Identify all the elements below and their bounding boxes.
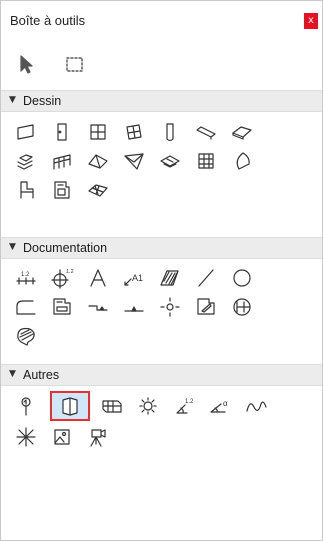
beam-icon[interactable] <box>193 119 219 145</box>
zone-icon[interactable] <box>229 148 255 174</box>
section-label: Dessin <box>23 94 62 108</box>
lamp-icon[interactable] <box>135 393 161 419</box>
column-icon[interactable] <box>157 119 183 145</box>
fill-icon[interactable] <box>157 265 183 291</box>
lamp-object-icon[interactable] <box>49 177 75 203</box>
shell-icon[interactable] <box>121 148 147 174</box>
chevron-down-icon: ▼ <box>9 242 16 252</box>
elevation-marker-icon[interactable] <box>121 294 147 320</box>
figure-icon[interactable] <box>193 294 219 320</box>
close-button[interactable]: x <box>304 13 318 29</box>
window-icon[interactable] <box>85 119 111 145</box>
line-icon[interactable] <box>193 265 219 291</box>
circle-icon[interactable] <box>229 265 255 291</box>
polyline-icon[interactable] <box>13 294 39 320</box>
chevron-down-icon: ▼ <box>9 95 16 105</box>
window-title: Boîte à outils <box>10 13 86 28</box>
door-icon[interactable] <box>49 119 75 145</box>
mesh-icon[interactable] <box>85 177 111 203</box>
marquee-select-icon[interactable] <box>61 51 87 77</box>
toolbox-panel: Boîte à outils x ▼ Dessin ▼ Documentatio… <box>0 0 323 541</box>
section-header-documentation[interactable]: ▼ Documentation <box>1 237 322 259</box>
drawing-icon[interactable] <box>49 294 75 320</box>
grid-element-icon[interactable] <box>13 393 39 419</box>
stair-icon[interactable] <box>13 148 39 174</box>
wall-icon[interactable] <box>13 119 39 145</box>
level-dimension-icon[interactable] <box>85 294 111 320</box>
radial-dimension-label: 1.2 <box>66 269 74 275</box>
skylight-icon[interactable] <box>121 119 147 145</box>
hotspot-icon[interactable] <box>157 294 183 320</box>
dimension-icon[interactable]: 1.2 <box>13 265 39 291</box>
curtain-wall-icon[interactable] <box>193 148 219 174</box>
section-label: Documentation <box>23 241 108 255</box>
angle-dimension-label: 1.2 <box>185 399 194 405</box>
label-icon[interactable]: A1 <box>121 265 147 291</box>
radial-dimension-icon[interactable]: 1.2 <box>49 265 75 291</box>
section-header-dessin[interactable]: ▼ Dessin <box>1 90 322 112</box>
worksheet-icon[interactable] <box>99 393 125 419</box>
fill-pattern-icon[interactable] <box>13 323 39 349</box>
angle-dimension-alpha-icon[interactable]: α <box>207 393 233 419</box>
roof-icon[interactable] <box>85 148 111 174</box>
angle-dimension-icon[interactable]: 1.2 <box>171 393 197 419</box>
slab-icon[interactable] <box>229 119 255 145</box>
section-label: Autres <box>23 368 60 382</box>
section-tool-icon[interactable] <box>50 391 90 421</box>
morph-icon[interactable] <box>157 148 183 174</box>
titlebar: Boîte à outils x <box>1 1 322 37</box>
arrow-pointer-icon[interactable] <box>13 51 39 77</box>
image-icon[interactable] <box>49 424 75 450</box>
chevron-down-icon: ▼ <box>9 369 16 379</box>
camera-icon[interactable] <box>85 424 111 450</box>
change-marker-icon[interactable] <box>229 294 255 320</box>
object-icon[interactable] <box>13 177 39 203</box>
section-header-autres[interactable]: ▼ Autres <box>1 364 322 386</box>
label-tool-text: A1 <box>132 273 143 283</box>
alpha-label: α <box>223 399 228 408</box>
dimension-label: 1.2 <box>21 272 30 278</box>
spline-icon[interactable] <box>243 393 269 419</box>
text-icon[interactable] <box>85 265 111 291</box>
radial-grid-icon[interactable] <box>13 424 39 450</box>
railing-icon[interactable] <box>49 148 75 174</box>
